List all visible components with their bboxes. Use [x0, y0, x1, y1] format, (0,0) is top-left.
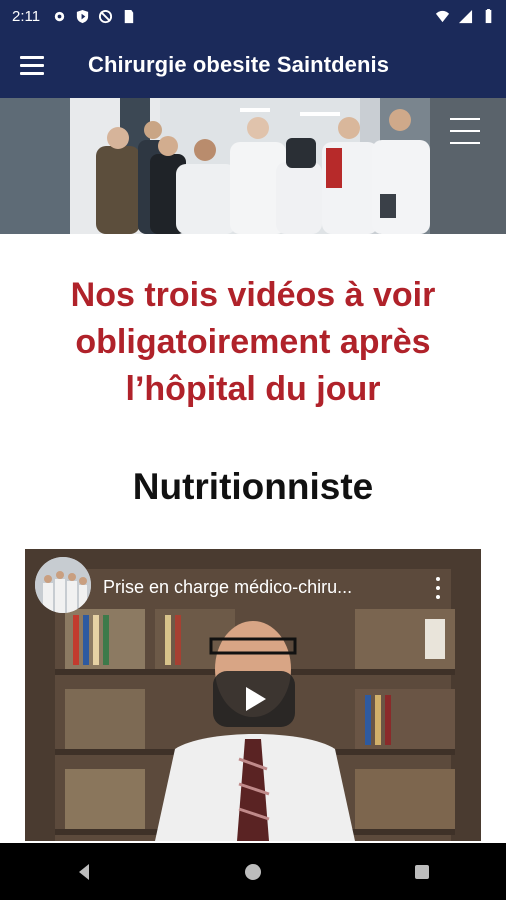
- hero-team-photo: [0, 98, 506, 234]
- shield-icon: [76, 9, 89, 23]
- sim-icon: [124, 9, 134, 23]
- play-icon: [246, 687, 266, 711]
- recents-button[interactable]: [402, 852, 442, 892]
- video-title[interactable]: Prise en charge médico-chiru...: [103, 577, 352, 598]
- status-icons-right: [435, 0, 496, 32]
- video-player[interactable]: Prise en charge médico-chiru...: [25, 549, 481, 841]
- status-bar: 2:11: [0, 0, 506, 32]
- status-icons-left: [52, 9, 136, 24]
- more-vert-icon[interactable]: [435, 577, 441, 599]
- no-disturb-icon: [99, 9, 113, 23]
- status-time: 2:11: [12, 7, 41, 25]
- navigation-bar: [0, 843, 506, 900]
- back-button[interactable]: [64, 852, 104, 892]
- headline-line-1: Nos trois vidéos à voir: [70, 276, 436, 314]
- avatar-image: [35, 557, 91, 613]
- channel-avatar[interactable]: [35, 557, 91, 613]
- battery-icon: [485, 8, 492, 23]
- home-button[interactable]: [233, 852, 273, 892]
- hamburger-icon[interactable]: [20, 51, 48, 79]
- settings-icon: [54, 11, 65, 21]
- hero-menu-icon[interactable]: [450, 118, 480, 144]
- wifi-icon: [435, 10, 450, 22]
- back-icon: [79, 863, 90, 880]
- headline-line-2: obligatoirement après: [75, 323, 431, 361]
- headline: Nos trois vidéos à voir obligatoirement …: [0, 272, 506, 413]
- recents-icon: [414, 864, 429, 879]
- headline-line-3: l’hôpital du jour: [125, 370, 381, 408]
- play-button[interactable]: [213, 671, 295, 727]
- home-icon: [244, 863, 261, 880]
- section-title: Nutritionniste: [132, 466, 374, 507]
- signal-icon: [458, 9, 473, 23]
- app-bar: Chirurgie obesite Saintdenis: [0, 32, 506, 98]
- app-title: Chirurgie obesite Saintdenis: [88, 52, 390, 77]
- team-photo: [0, 98, 506, 234]
